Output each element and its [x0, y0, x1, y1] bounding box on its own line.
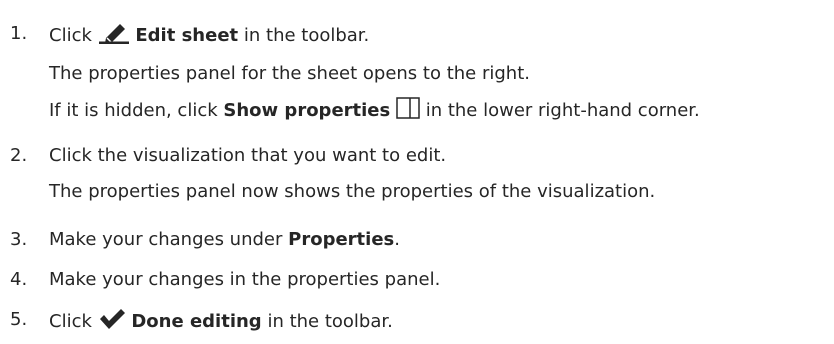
edit-pencil-icon — [98, 24, 129, 44]
step-text-pre: Click — [49, 311, 92, 332]
list-item: 4. Make your changes in the properties p… — [0, 260, 834, 300]
step-detail: The properties panel for the sheet opens… — [49, 63, 530, 84]
step-detail-post: in the lower right-hand corner. — [425, 100, 700, 121]
step-detail: If it is hidden, click Show properties i… — [49, 97, 700, 123]
step-text: Click the visualization that you want to… — [49, 145, 447, 166]
step-number: 3. — [10, 229, 28, 250]
step-detail-pre: If it is hidden, click — [49, 100, 218, 121]
step-text-bold: Properties — [288, 229, 395, 250]
step-text: Make your changes in the properties pane… — [49, 269, 441, 290]
step-text: Click Done editing in the toolbar. — [49, 308, 393, 334]
step-text-post: . — [394, 229, 400, 250]
step-text: Click Edit sheet in the toolbar. — [49, 22, 369, 48]
step-text-post: in the toolbar. — [267, 311, 393, 332]
step-detail: The properties panel now shows the prope… — [49, 181, 656, 202]
list-item: 5. Click Done editing in the toolbar. — [0, 300, 834, 340]
list-item: 3. Make your changes under Properties. — [0, 220, 834, 260]
step-number: 5. — [10, 309, 28, 330]
step-text-pre: Click — [49, 25, 92, 46]
instruction-list: 1. Click Edit sheet in the toolbar. The … — [0, 0, 834, 344]
list-item: 2. Click the visualization that you want… — [0, 136, 834, 176]
step-number: 4. — [10, 269, 28, 290]
checkmark-icon — [99, 309, 125, 329]
step-text-post: in the toolbar. — [243, 25, 370, 46]
step-number: 1. — [10, 23, 28, 44]
step-detail-bold: Show properties — [223, 100, 391, 121]
step-text-pre: Make your changes under — [49, 229, 283, 250]
step-text: Make your changes under Properties. — [49, 228, 400, 252]
step-text-bold: Edit sheet — [135, 25, 239, 46]
step-text-bold: Done editing — [131, 311, 262, 332]
step-number: 2. — [10, 145, 28, 166]
list-item: 1. Click Edit sheet in the toolbar. — [0, 14, 834, 54]
panel-toggle-icon — [396, 97, 420, 119]
